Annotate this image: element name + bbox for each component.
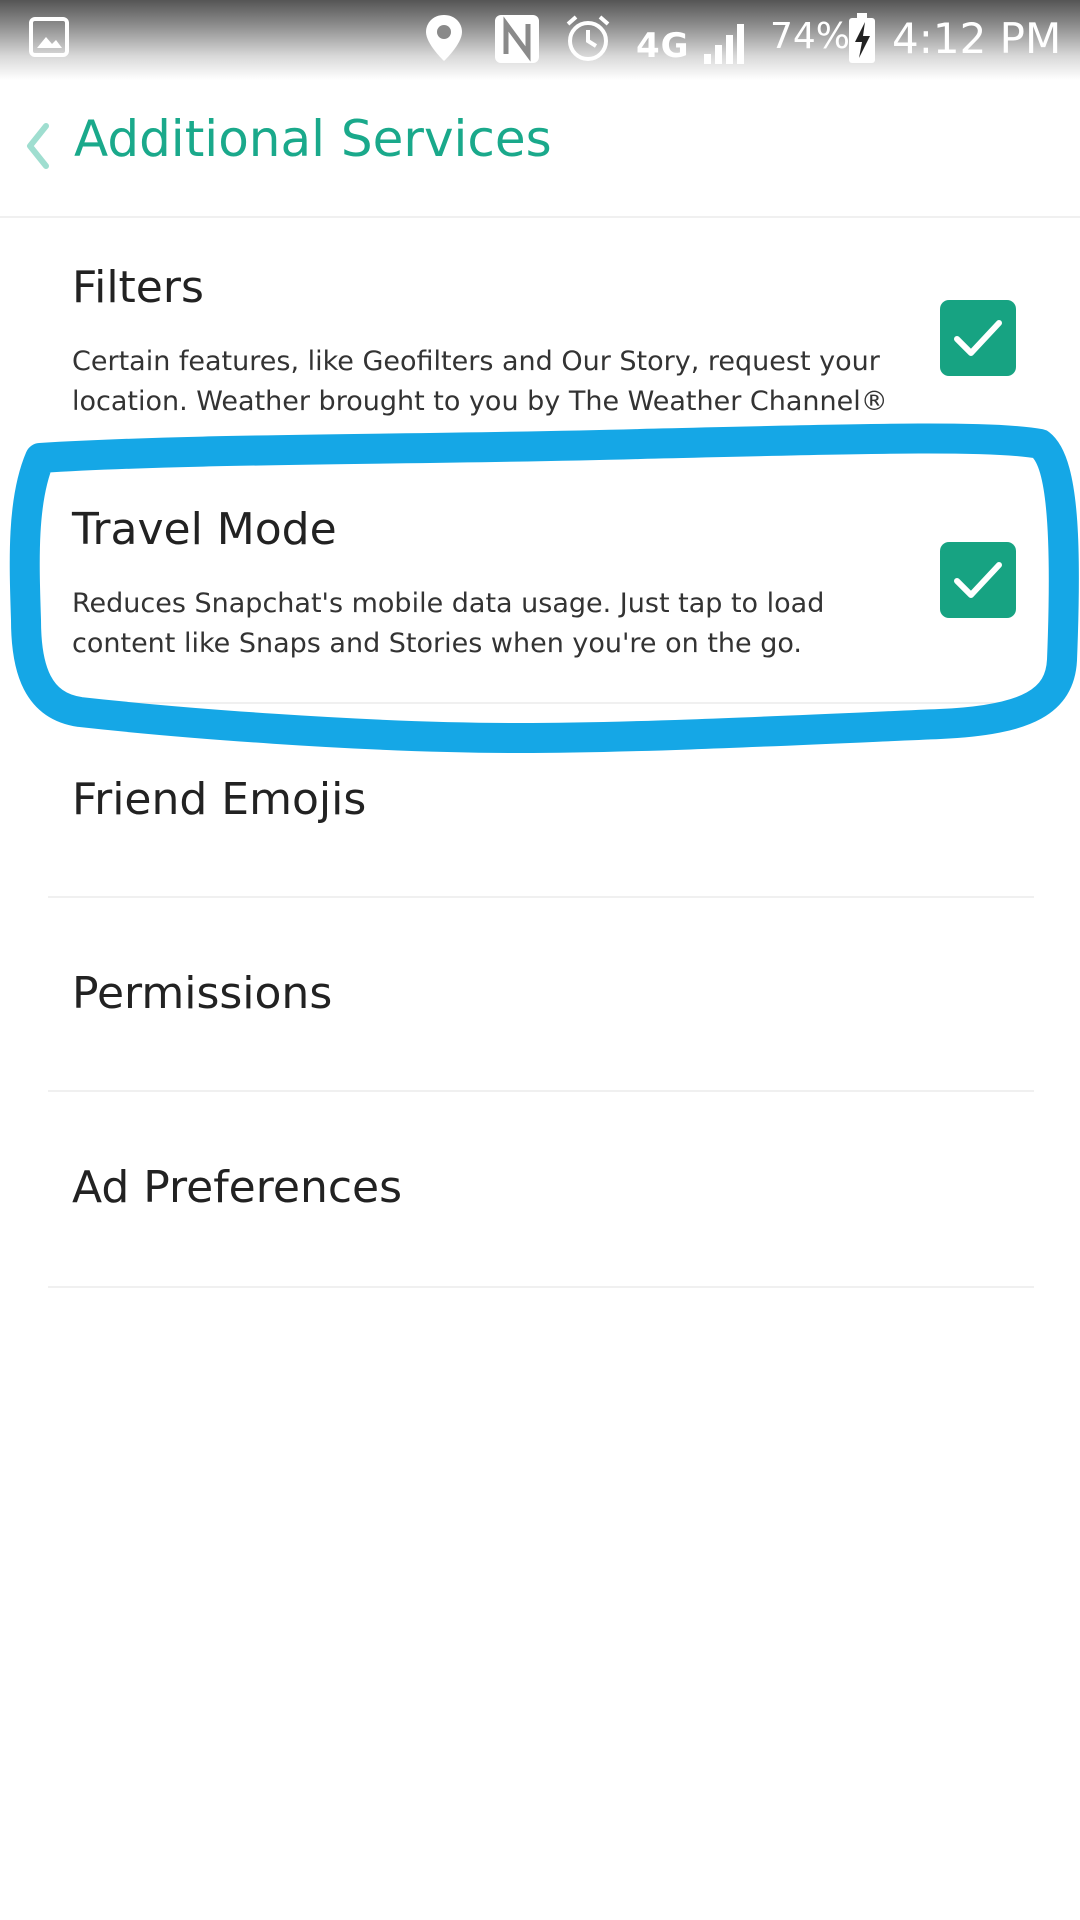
setting-title: Friend Emojis: [72, 774, 367, 825]
checkmark-icon: [954, 562, 1002, 598]
checkmark-icon: [954, 320, 1002, 356]
page-title: Additional Services: [74, 110, 552, 168]
chevron-left-icon[interactable]: [22, 120, 52, 172]
setting-permissions[interactable]: Permissions: [0, 898, 1080, 1090]
setting-ad-preferences[interactable]: Ad Preferences: [0, 1092, 1080, 1284]
setting-title: Travel Mode: [72, 504, 337, 555]
battery-charging-icon: [848, 12, 876, 64]
setting-filters[interactable]: Filters Certain features, like Geofilter…: [0, 218, 1080, 458]
network-type: 4G: [636, 26, 690, 66]
signal-icon: [700, 14, 754, 66]
gallery-icon: [28, 16, 70, 58]
setting-description: Reduces Snapchat's mobile data usage. Ju…: [72, 588, 825, 659]
header: Additional Services: [0, 80, 1080, 218]
alarm-icon: [562, 12, 614, 64]
clock: 4:12 PM: [892, 14, 1062, 63]
battery-percent: 74%: [770, 16, 851, 57]
divider: [48, 1286, 1034, 1288]
nfc-icon: [492, 12, 542, 66]
setting-friend-emojis[interactable]: Friend Emojis: [0, 704, 1080, 896]
status-bar: 4G 74% 4:12 PM: [0, 0, 1080, 80]
location-icon: [422, 12, 466, 64]
setting-travel-mode[interactable]: Travel Mode Reduces Snapchat's mobile da…: [0, 460, 1080, 700]
setting-title: Filters: [72, 262, 204, 313]
travel-mode-checkbox[interactable]: [940, 542, 1016, 618]
setting-title: Permissions: [72, 968, 333, 1019]
screen: 4G 74% 4:12 PM Additional Services Filte…: [0, 0, 1080, 1920]
setting-description: Certain features, like Geofilters and Ou…: [72, 346, 888, 417]
filters-checkbox[interactable]: [940, 300, 1016, 376]
setting-title: Ad Preferences: [72, 1162, 403, 1213]
